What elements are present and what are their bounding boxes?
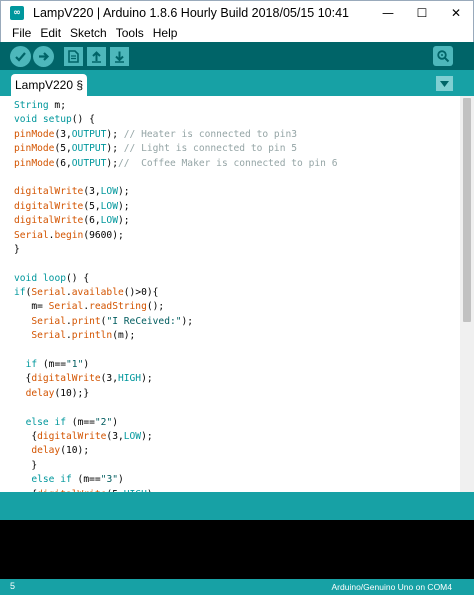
code-line[interactable]: delay(10); [14,444,337,458]
new-file-icon [68,49,79,63]
status-bar: 5 Arduino/Genuino Uno on COM4 [0,579,474,595]
menu-file[interactable]: File [7,26,35,40]
upload-button[interactable] [33,45,54,67]
code-line[interactable]: digitalWrite(3,LOW); [14,185,337,199]
code-line[interactable]: Serial.begin(9600); [14,229,337,243]
save-button[interactable] [110,46,129,66]
open-button[interactable] [87,46,106,66]
maximize-button[interactable]: ☐ [405,1,439,25]
arrow-up-icon [92,50,101,63]
board-port-info: Arduino/Genuino Uno on COM4 [331,582,453,592]
code-line[interactable]: else if (m=="3") [14,473,337,487]
arduino-app-icon: ∞ [10,5,24,20]
tab-lampv220[interactable]: LampV220 § [11,74,87,96]
code-line[interactable]: digitalWrite(5,LOW); [14,200,337,214]
tab-menu-button[interactable] [436,76,453,91]
code-text[interactable]: String m; void setup() {pinMode(3,OUTPUT)… [14,99,337,492]
code-line[interactable]: Serial.print("I ReCeived:"); [14,315,337,329]
line-number: 5 [10,581,16,591]
code-line[interactable]: {digitalWrite(3,LOW); [14,430,337,444]
triangle-down-icon [440,80,449,87]
code-line[interactable]: ​ [14,257,337,271]
code-line[interactable]: Serial.println(m); [14,329,337,343]
window-title: LampV220 | Arduino 1.8.6 Hourly Build 20… [33,5,349,20]
console-output[interactable] [0,520,474,579]
menu-sketch[interactable]: Sketch [65,26,111,40]
code-line[interactable]: } [14,459,337,473]
editor-scrollbar[interactable] [460,96,474,492]
verify-button[interactable] [10,45,31,67]
code-line[interactable]: void loop() { [14,272,337,286]
title-bar: ∞ LampV220 | Arduino 1.8.6 Hourly Build … [0,0,474,24]
scrollbar-thumb[interactable] [463,98,471,322]
code-line[interactable]: else if (m=="2") [14,416,337,430]
code-line[interactable]: pinMode(6,OUTPUT);// Coffee Maker is con… [14,157,337,171]
arrow-down-icon [115,51,124,63]
magnifier-icon [437,50,450,63]
code-line[interactable]: digitalWrite(6,LOW); [14,214,337,228]
tab-bar: LampV220 § [0,70,474,96]
code-line[interactable]: ​ [14,344,337,358]
menu-bar: File Edit Sketch Tools Help [0,24,474,42]
serial-monitor-button[interactable] [433,46,453,66]
menu-tools[interactable]: Tools [111,26,148,40]
window-bottom-border [0,595,474,601]
minimize-button[interactable]: — [371,1,405,25]
code-line[interactable]: pinMode(5,OUTPUT); // Light is connected… [14,142,337,156]
code-line[interactable]: m= Serial.readString(); [14,300,337,314]
code-line[interactable]: String m; [14,99,337,113]
check-icon [15,51,26,62]
code-line[interactable]: if (m=="1") [14,358,337,372]
close-button[interactable]: ✕ [439,1,473,25]
code-line[interactable]: pinMode(3,OUTPUT); // Heater is connecte… [14,128,337,142]
menu-edit[interactable]: Edit [35,26,65,40]
new-button[interactable] [64,46,83,66]
message-area [0,492,474,520]
code-line[interactable]: ​ [14,401,337,415]
code-line[interactable]: } [14,243,337,257]
code-line[interactable]: delay(10);} [14,387,337,401]
code-line[interactable]: void setup() { [14,113,337,127]
arrow-right-icon [39,51,50,61]
code-line[interactable]: {digitalWrite(3,HIGH); [14,372,337,386]
window-controls: — ☐ ✕ [371,1,473,25]
code-line[interactable]: if(Serial.available()>0){ [14,286,337,300]
menu-help[interactable]: Help [148,26,182,40]
code-editor[interactable]: String m; void setup() {pinMode(3,OUTPUT)… [7,96,467,492]
code-line[interactable]: ​ [14,171,337,185]
toolbar [0,42,474,70]
